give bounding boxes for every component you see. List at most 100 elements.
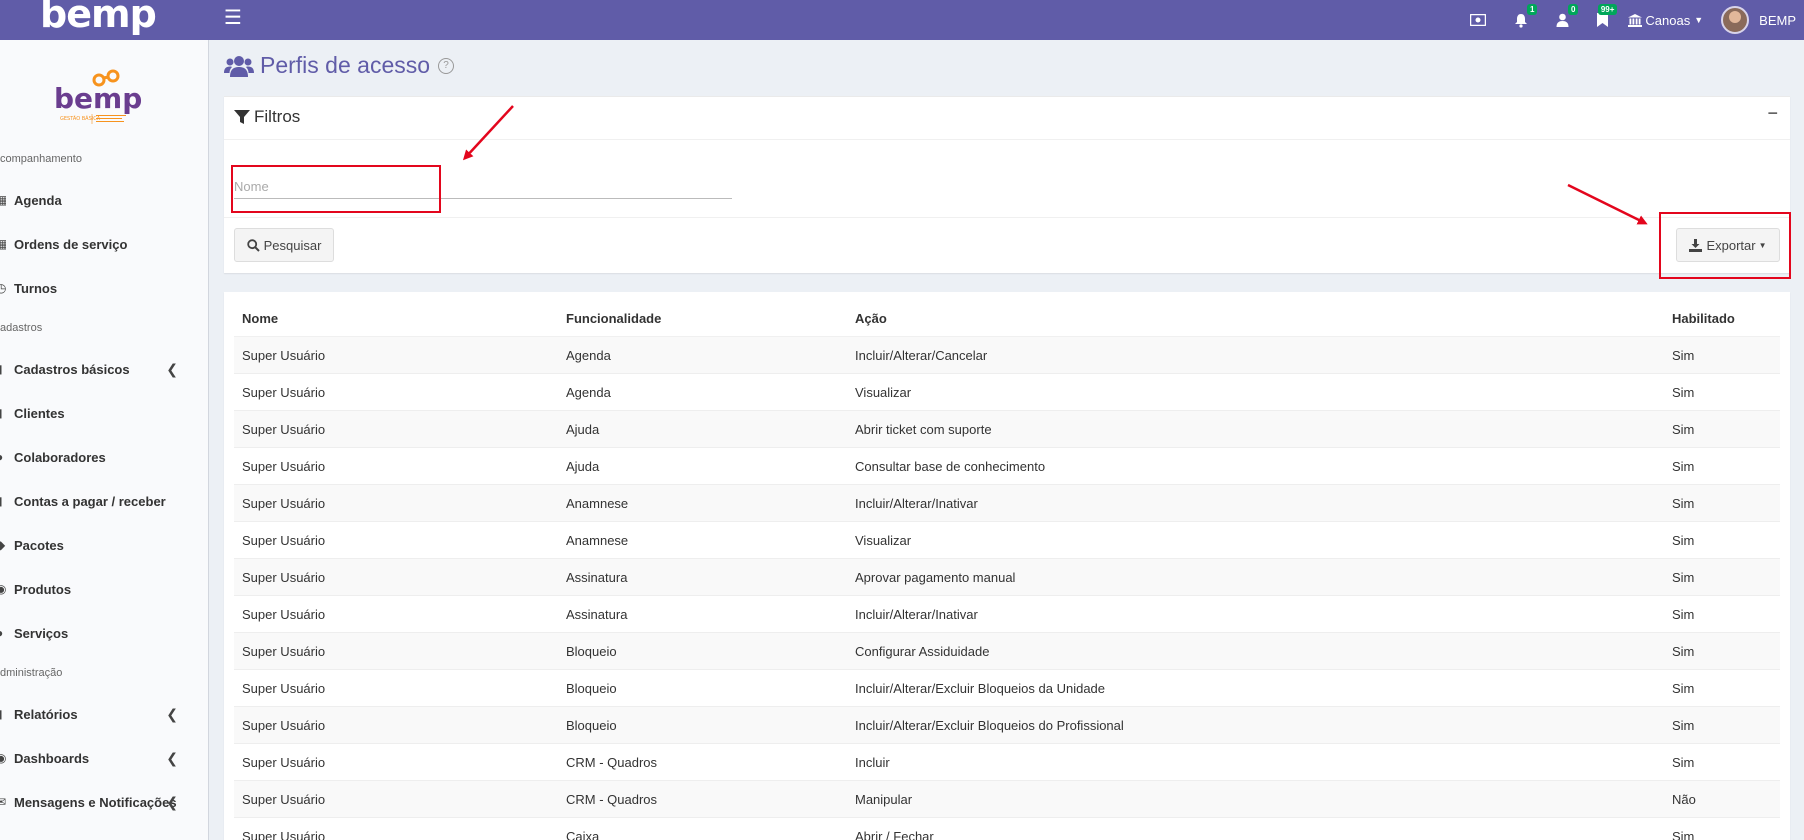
- cell-acao: Incluir/Alterar/Excluir Bloqueios do Pro…: [847, 706, 1664, 744]
- unit-label: Canoas: [1645, 12, 1691, 28]
- cell-nome: Super Usuário: [234, 743, 558, 781]
- chevron-left-icon: ❮: [166, 360, 178, 377]
- collapse-button[interactable]: −: [1767, 103, 1778, 124]
- table-row[interactable]: Super Usuário Caixa Abrir / Fechar Sim: [234, 817, 1780, 840]
- sidebar-item-servicos[interactable]: ● Serviços: [0, 618, 208, 648]
- sidebar-item-cadastros-basicos[interactable]: ▮ Cadastros básicos ❮: [0, 354, 208, 384]
- bookmark-icon[interactable]: 99+: [1597, 4, 1618, 27]
- user-name: BEMP: [1759, 12, 1796, 28]
- cell-nome: Super Usuário: [234, 595, 558, 633]
- envelope-icon: ✉: [0, 795, 6, 809]
- table-row[interactable]: Super Usuário Anamnese Incluir/Alterar/Ina…: [234, 484, 1780, 522]
- sidebar-section-cadastros: adastros: [0, 322, 43, 334]
- calendar-icon: ▦: [0, 193, 6, 207]
- cell-nome: Super Usuário: [234, 521, 558, 559]
- sidebar-item-ordens-de-servico[interactable]: ▦ Ordens de serviço: [0, 229, 208, 259]
- cell-habilitado: Sim: [1664, 743, 1780, 781]
- sidebar-logo-text: bemp: [54, 82, 142, 115]
- sidebar-item-dashboards[interactable]: ◉ Dashboards ❮: [0, 743, 208, 773]
- column-header-acao[interactable]: Ação: [847, 300, 1664, 337]
- cell-acao: Visualizar: [847, 373, 1664, 411]
- sidebar-logo-tagline: GESTÃO BÁSICA: [60, 115, 101, 122]
- column-header-habilitado[interactable]: Habilitado: [1664, 300, 1780, 337]
- sidebar-item-label: Mensagens e Notificações: [14, 794, 177, 810]
- cell-acao: Incluir/Alterar/Inativar: [847, 595, 1664, 633]
- access-profiles-table-panel: Nome Funcionalidade Ação Habilitado Supe…: [224, 292, 1790, 840]
- cell-habilitado: Sim: [1664, 595, 1780, 633]
- cell-habilitado: Não: [1664, 780, 1780, 818]
- notifications-bell-icon[interactable]: 1: [1514, 3, 1538, 28]
- search-button-label: Pesquisar: [263, 237, 322, 253]
- chevron-left-icon: ❮: [166, 749, 178, 766]
- sidebar-item-label: Produtos: [14, 581, 72, 597]
- user-menu[interactable]: BEMP: [1721, 6, 1796, 34]
- sidebar-item-mensagens-e-notificacoes[interactable]: ✉ Mensagens e Notificações ❮: [0, 787, 208, 817]
- table-row[interactable]: Super Usuário CRM - Quadros Incluir Sim: [234, 743, 1780, 781]
- sidebar-item-produtos[interactable]: ◉ Produtos: [0, 574, 208, 604]
- table-row[interactable]: Super Usuário CRM - Quadros Manipular Não: [234, 780, 1780, 818]
- search-button[interactable]: Pesquisar: [234, 228, 334, 262]
- topbar-right: 1 0 99+ Canoas ▼ BEMP: [1456, 0, 1804, 40]
- cell-funcionalidade: Agenda: [558, 336, 847, 374]
- cell-habilitado: Sim: [1664, 373, 1780, 411]
- sidebar-item-pacotes[interactable]: ◆ Pacotes: [0, 530, 208, 560]
- caret-down-icon: ▼: [1694, 15, 1704, 25]
- sidebar-item-agenda[interactable]: ▦ Agenda: [0, 185, 208, 215]
- page-title-text: Perfis de acesso: [260, 52, 431, 78]
- sidebar-item-colaboradores[interactable]: ● Colaboradores: [0, 442, 208, 472]
- table-row[interactable]: Super Usuário Ajuda Abrir ticket com supor…: [234, 410, 1780, 448]
- sidebar-item-label: Clientes: [14, 405, 65, 421]
- money-icon[interactable]: [1470, 14, 1487, 26]
- cell-habilitado: Sim: [1664, 558, 1780, 596]
- help-icon[interactable]: ?: [438, 57, 455, 74]
- cell-habilitado: Sim: [1664, 336, 1780, 374]
- column-header-funcionalidade[interactable]: Funcionalidade: [558, 300, 847, 337]
- cell-habilitado: Sim: [1664, 484, 1780, 522]
- column-header-nome[interactable]: Nome: [234, 300, 558, 337]
- sidebar-item-contas-a-pagar-receber[interactable]: ▮ Contas a pagar / receber: [0, 486, 208, 516]
- cell-nome: Super Usuário: [234, 336, 558, 374]
- cell-nome: Super Usuário: [234, 817, 558, 840]
- cell-acao: Consultar base de conhecimento: [847, 447, 1664, 485]
- cell-funcionalidade: Bloqueio: [558, 632, 847, 670]
- menu-toggle-icon[interactable]: ☰: [224, 5, 242, 30]
- page-title: Perfis de acesso ?: [224, 52, 455, 79]
- cell-funcionalidade: Agenda: [558, 373, 847, 411]
- user-icon[interactable]: 0: [1556, 4, 1579, 27]
- table-row[interactable]: Super Usuário Agenda Visualizar Sim: [234, 373, 1780, 411]
- table-row[interactable]: Super Usuário Assinatura Aprovar pagamento…: [234, 558, 1780, 596]
- brand-logo[interactable]: bemp: [40, 0, 157, 36]
- table-row[interactable]: Super Usuário Bloqueio Incluir/Alterar/Exc…: [234, 669, 1780, 707]
- bank-icon: [1628, 13, 1643, 27]
- sidebar-item-label: Contas a pagar / receber: [14, 493, 166, 509]
- table-row[interactable]: Super Usuário Assinatura Incluir/Alterar/I…: [234, 595, 1780, 633]
- filters-header: Filtros −: [224, 97, 1790, 140]
- sidebar-section-acompanhamento: companhamento: [0, 153, 82, 165]
- cell-habilitado: Sim: [1664, 447, 1780, 485]
- access-profiles-table: Nome Funcionalidade Ação Habilitado Supe…: [234, 300, 1780, 840]
- table-row[interactable]: Super Usuário Bloqueio Configurar Assiduid…: [234, 632, 1780, 670]
- cell-acao: Configurar Assiduidade: [847, 632, 1664, 670]
- sidebar-item-clientes[interactable]: ▮ Clientes: [0, 398, 208, 428]
- chevron-left-icon: ❮: [166, 705, 178, 722]
- sidebar-item-turnos[interactable]: ◷ Turnos: [0, 273, 208, 303]
- cell-acao: Manipular: [847, 780, 1664, 818]
- sidebar-item-label: Colaboradores: [14, 449, 106, 465]
- cell-funcionalidade: CRM - Quadros: [558, 780, 847, 818]
- cell-acao: Aprovar pagamento manual: [847, 558, 1664, 596]
- table-row[interactable]: Super Usuário Agenda Incluir/Alterar/Cance…: [234, 336, 1780, 374]
- cell-habilitado: Sim: [1664, 632, 1780, 670]
- cell-acao: Incluir/Alterar/Cancelar: [847, 336, 1664, 374]
- filters-title-text: Filtros: [254, 107, 301, 126]
- sidebar: bemp GESTÃO BÁSICA companhamento ▦ Agend…: [0, 40, 209, 840]
- cell-nome: Super Usuário: [234, 780, 558, 818]
- table-row[interactable]: Super Usuário Bloqueio Incluir/Alterar/Exc…: [234, 706, 1780, 744]
- unit-selector[interactable]: Canoas ▼: [1628, 13, 1703, 28]
- users-badge: 0: [1567, 4, 1579, 15]
- table-row[interactable]: Super Usuário Anamnese Visualizar Sim: [234, 521, 1780, 559]
- sidebar-section-administracao: dministração: [0, 667, 63, 679]
- table-row[interactable]: Super Usuário Ajuda Consultar base de conh…: [234, 447, 1780, 485]
- id-card-icon: ▦: [0, 237, 6, 251]
- cell-habilitado: Sim: [1664, 521, 1780, 559]
- sidebar-item-relatorios[interactable]: ▮ Relatórios ❮: [0, 699, 208, 729]
